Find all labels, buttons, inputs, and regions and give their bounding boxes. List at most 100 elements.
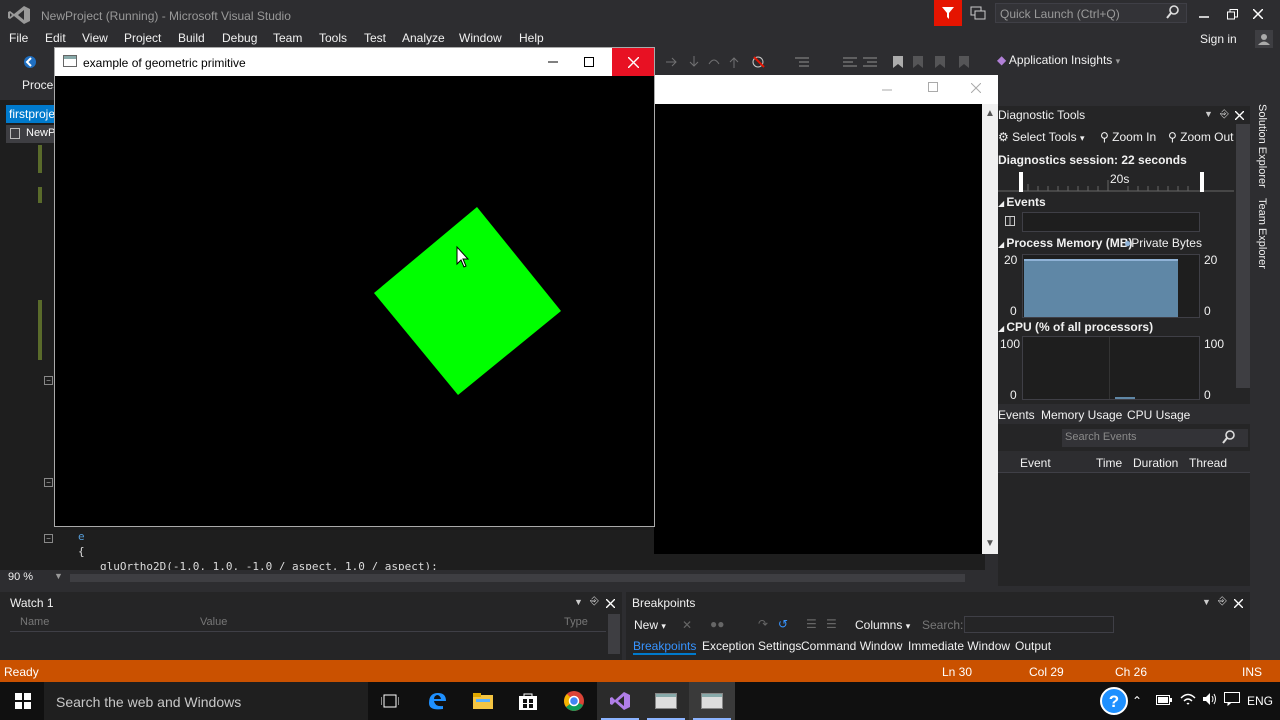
quick-launch-input[interactable]: Quick Launch (Ctrl+Q) bbox=[995, 3, 1187, 23]
chevron-up-icon[interactable]: ▲ bbox=[985, 108, 995, 119]
tab-events[interactable]: Events bbox=[998, 408, 1035, 422]
uncomment-icon[interactable] bbox=[862, 54, 878, 70]
battery-icon[interactable] bbox=[1156, 694, 1172, 708]
step-into-icon[interactable] bbox=[686, 54, 702, 70]
opengl-title-bar[interactable]: example of geometric primitive bbox=[55, 48, 654, 76]
collapse-icon[interactable]: − bbox=[44, 534, 53, 543]
zoom-level[interactable]: 90 % bbox=[8, 571, 33, 583]
breakpoint-search-input[interactable] bbox=[964, 616, 1114, 633]
back-arrow-icon[interactable] bbox=[22, 54, 38, 70]
document-tab[interactable]: NewP bbox=[6, 125, 54, 143]
bookmark-next-icon[interactable] bbox=[932, 54, 948, 70]
pin-icon[interactable]: ⎆ bbox=[1218, 595, 1227, 608]
vertical-scrollbar[interactable] bbox=[1236, 124, 1250, 388]
menu-view[interactable]: View bbox=[82, 31, 108, 45]
edge-browser-icon[interactable] bbox=[414, 682, 460, 720]
user-account-icon[interactable] bbox=[1255, 30, 1273, 48]
team-explorer-tab[interactable]: Team Explorer bbox=[1256, 198, 1268, 269]
close-icon[interactable] bbox=[612, 48, 654, 76]
chevron-down-icon[interactable]: ▼ bbox=[1204, 109, 1213, 119]
step-out-icon[interactable] bbox=[726, 54, 742, 70]
document-tab-active[interactable]: firstproje bbox=[6, 105, 54, 123]
volume-icon[interactable] bbox=[1202, 692, 1218, 709]
step-over-icon[interactable] bbox=[706, 54, 722, 70]
maximize-icon[interactable] bbox=[928, 81, 938, 95]
pin-icon[interactable]: ⎆ bbox=[590, 595, 599, 608]
events-track[interactable] bbox=[1022, 212, 1200, 232]
vertical-scrollbar[interactable]: ▲ ▼ bbox=[982, 104, 998, 554]
chevron-down-icon[interactable]: ▼ bbox=[985, 538, 995, 549]
bookmark-prev-icon[interactable] bbox=[910, 54, 926, 70]
search-events-input[interactable]: Search Events bbox=[1062, 429, 1248, 447]
column-event[interactable]: Event bbox=[1020, 456, 1051, 470]
column-type[interactable]: Type bbox=[564, 616, 588, 628]
notifications-icon[interactable] bbox=[1224, 692, 1240, 709]
menu-help[interactable]: Help bbox=[519, 31, 544, 45]
tab-command-window[interactable]: Command Window bbox=[801, 639, 902, 653]
chevron-up-icon[interactable]: ⌃ bbox=[1132, 694, 1142, 708]
go-to-source-icon[interactable]: ☰ bbox=[806, 617, 817, 631]
collapse-icon[interactable]: − bbox=[44, 376, 53, 385]
column-time[interactable]: Time bbox=[1096, 456, 1122, 470]
menu-project[interactable]: Project bbox=[124, 31, 161, 45]
file-explorer-icon[interactable] bbox=[460, 682, 506, 720]
close-icon[interactable] bbox=[1234, 109, 1245, 123]
vertical-scrollbar[interactable] bbox=[608, 614, 620, 654]
tab-cpu-usage[interactable]: CPU Usage bbox=[1127, 408, 1190, 422]
comment-icon[interactable] bbox=[842, 54, 858, 70]
tab-output[interactable]: Output bbox=[1015, 639, 1051, 653]
close-icon[interactable] bbox=[605, 597, 616, 611]
chevron-down-icon[interactable]: ▼ bbox=[574, 597, 583, 607]
pause-icon[interactable] bbox=[1005, 215, 1015, 229]
menu-edit[interactable]: Edit bbox=[45, 31, 66, 45]
search-icon[interactable] bbox=[1166, 5, 1180, 19]
feedback-filter-icon[interactable] bbox=[934, 0, 962, 26]
task-view-icon[interactable] bbox=[367, 682, 413, 720]
menu-team[interactable]: Team bbox=[273, 31, 302, 45]
zoom-out-button[interactable]: ⚲ Zoom Out bbox=[1168, 130, 1234, 144]
go-to-disassembly-icon[interactable]: ☰ bbox=[826, 617, 837, 631]
windows-start-icon[interactable] bbox=[0, 682, 46, 720]
menu-debug[interactable]: Debug bbox=[222, 31, 257, 45]
tab-immediate-window[interactable]: Immediate Window bbox=[908, 639, 1010, 653]
maximize-icon[interactable] bbox=[566, 48, 612, 76]
step-arrow-icon[interactable] bbox=[664, 54, 680, 70]
search-icon[interactable] bbox=[1222, 430, 1236, 447]
column-duration[interactable]: Duration bbox=[1133, 456, 1178, 470]
store-icon[interactable] bbox=[505, 682, 551, 720]
collapse-icon[interactable]: − bbox=[44, 478, 53, 487]
chrome-browser-icon[interactable] bbox=[551, 682, 597, 720]
chevron-down-icon[interactable]: ▼ bbox=[1202, 597, 1211, 607]
opengl-canvas[interactable] bbox=[55, 76, 654, 526]
column-name[interactable]: Name bbox=[20, 616, 49, 628]
opengl-app-taskbar-icon[interactable] bbox=[643, 682, 689, 720]
format-icon[interactable] bbox=[794, 54, 810, 70]
column-thread[interactable]: Thread bbox=[1189, 456, 1227, 470]
tab-exception-settings[interactable]: Exception Settings bbox=[702, 639, 801, 653]
application-insights-button[interactable]: ◆ Application Insights ▾ bbox=[997, 53, 1120, 67]
taskbar-search-box[interactable]: Search the web and Windows bbox=[44, 682, 368, 720]
menu-test[interactable]: Test bbox=[364, 31, 386, 45]
export-icon[interactable]: ↷ bbox=[758, 617, 768, 631]
delete-all-icon[interactable]: ●● bbox=[710, 617, 725, 631]
select-tools-button[interactable]: ⚙ Select Tools ▾ bbox=[998, 130, 1084, 144]
column-value[interactable]: Value bbox=[200, 616, 227, 628]
minimize-icon[interactable] bbox=[1192, 4, 1216, 24]
send-feedback-icon[interactable] bbox=[970, 6, 986, 20]
restore-icon[interactable] bbox=[1220, 4, 1244, 24]
input-language[interactable]: ENG bbox=[1247, 694, 1273, 708]
pin-icon[interactable]: ⎆ bbox=[1220, 108, 1229, 121]
wifi-icon[interactable] bbox=[1180, 692, 1196, 709]
menu-analyze[interactable]: Analyze bbox=[402, 31, 445, 45]
close-icon[interactable] bbox=[1246, 4, 1270, 24]
bookmark-clear-icon[interactable] bbox=[956, 54, 972, 70]
columns-button[interactable]: Columns ▾ bbox=[855, 618, 910, 632]
help-icon[interactable]: ? bbox=[1094, 682, 1134, 720]
menu-window[interactable]: Window bbox=[459, 31, 502, 45]
chevron-down-icon[interactable]: ▼ bbox=[54, 571, 63, 581]
menu-file[interactable]: File bbox=[9, 31, 28, 45]
breakpoint-toggle-icon[interactable] bbox=[752, 54, 768, 70]
bookmark-icon[interactable] bbox=[890, 54, 906, 70]
console-window[interactable]: ▲ ▼ bbox=[654, 75, 998, 554]
zoom-in-button[interactable]: ⚲ Zoom In bbox=[1100, 130, 1156, 144]
